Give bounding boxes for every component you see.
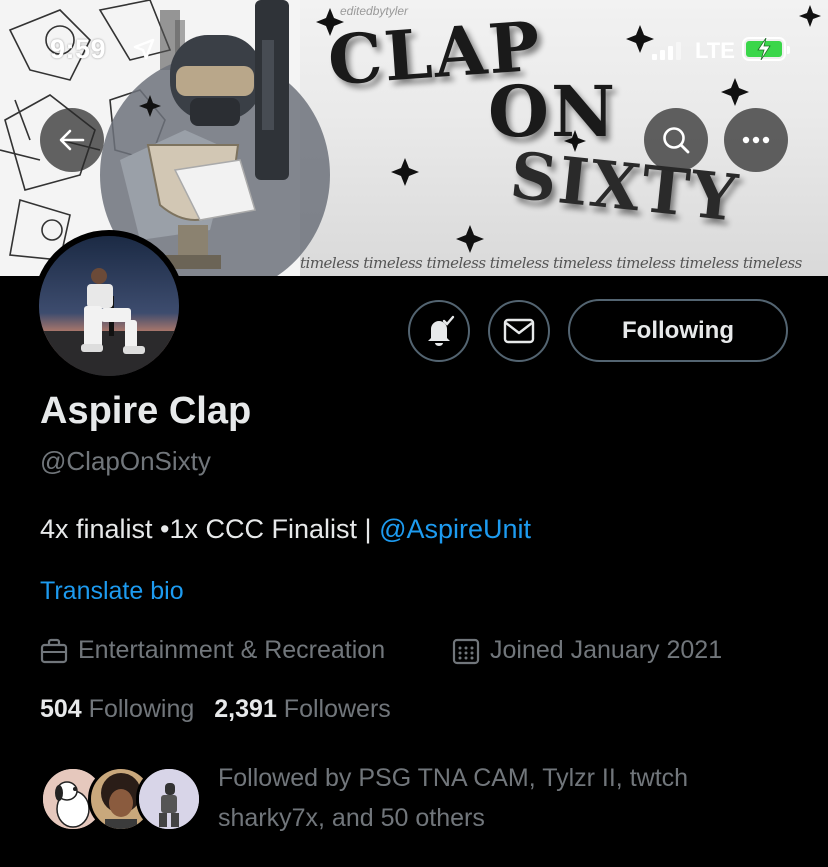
battery-charging-icon [742, 37, 790, 61]
bell-check-icon [428, 315, 455, 346]
profile-name: Aspire Clap [40, 390, 252, 432]
following-label: Following [88, 695, 195, 723]
notifications-button[interactable] [408, 300, 470, 362]
category-label: Entertainment & Recreation [78, 636, 386, 664]
following-button[interactable]: Following [568, 299, 788, 362]
calendar-icon [452, 638, 480, 664]
briefcase-icon [40, 638, 68, 663]
search-icon [663, 127, 690, 154]
following-stat[interactable]: 504 Following [40, 695, 194, 723]
message-button[interactable] [488, 300, 550, 362]
profile-avatar[interactable] [33, 230, 185, 382]
signal-icon [652, 40, 681, 60]
bio-text: 4x finalist •1x CCC Finalist | [40, 514, 380, 544]
location-arrow-icon [133, 38, 155, 60]
status-bar: 9:59 LTE [0, 0, 828, 96]
avatar-photo [39, 236, 179, 376]
following-count: 504 [40, 695, 82, 723]
profile-joined: Joined January 2021 [452, 636, 722, 665]
status-time: 9:59 [50, 34, 107, 64]
envelope-icon [503, 318, 535, 344]
banner-strip-text: timeless timeless timeless timeless time… [300, 254, 802, 272]
followed-by-text[interactable]: Followed by PSG TNA CAM, Tylzr II, twtch… [218, 758, 778, 838]
profile-category: Entertainment & Recreation [40, 636, 385, 665]
profile-handle: @ClapOnSixty [40, 446, 211, 476]
photo-avatar-image [139, 769, 199, 829]
more-button[interactable] [724, 108, 788, 172]
more-horizontal-icon [742, 136, 770, 144]
joined-label: Joined January 2021 [490, 636, 723, 664]
bio-mention-link[interactable]: @AspireUnit [379, 514, 531, 544]
arrow-left-icon [59, 129, 85, 151]
profile-stats: 504 Following 2,391 Followers [40, 695, 391, 724]
follower-avatar[interactable] [136, 766, 202, 832]
back-button[interactable] [40, 108, 104, 172]
profile-bio: 4x finalist •1x CCC Finalist | @AspireUn… [40, 514, 531, 545]
followers-stat[interactable]: 2,391 Followers [214, 695, 391, 723]
followers-label: Followers [283, 695, 391, 723]
network-label: LTE [695, 38, 735, 63]
translate-bio-link[interactable]: Translate bio [40, 577, 184, 606]
followers-count: 2,391 [214, 695, 277, 723]
search-button[interactable] [644, 108, 708, 172]
